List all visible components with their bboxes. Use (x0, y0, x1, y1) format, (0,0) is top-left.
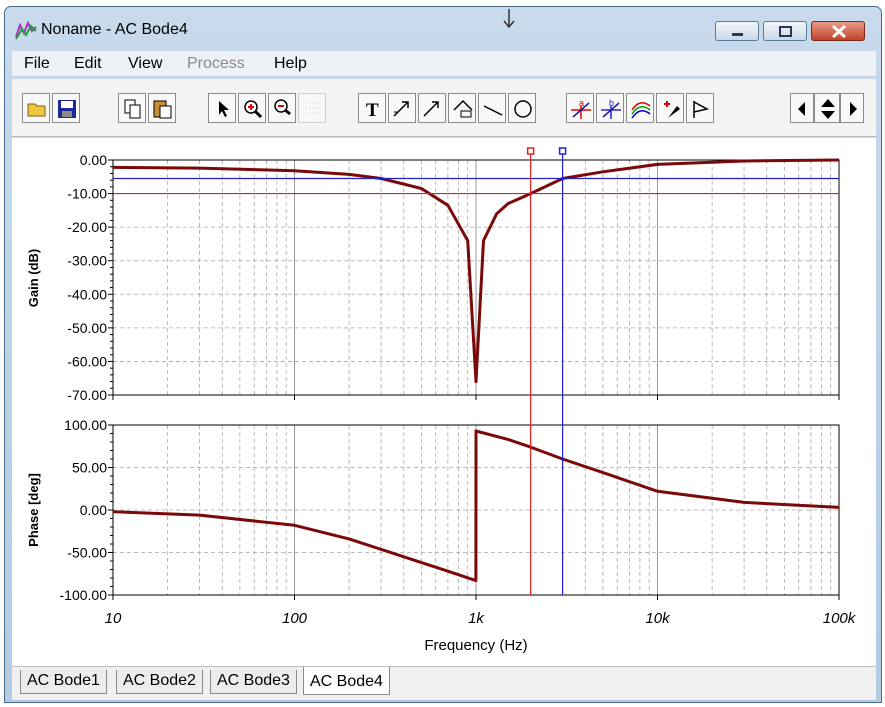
draw-box-button[interactable] (448, 93, 476, 123)
y-tick-label: -50.00 (67, 545, 107, 561)
save-button[interactable] (52, 93, 80, 123)
plot-area[interactable]: 0.00 -10.00 -20.00 -30.00 -40.00 -50.00 -60.00… (12, 138, 876, 666)
scroll-updown-icon (821, 99, 835, 119)
cursor-a-icon: a (571, 98, 591, 119)
line-button[interactable] (478, 93, 506, 123)
app-window: Noname - AC Bode4 File Edit View Process… (4, 6, 882, 703)
y-tick-label: -20.00 (67, 219, 107, 235)
svg-text:T: T (366, 100, 379, 120)
draw-box-icon (453, 99, 473, 118)
maximize-button[interactable] (763, 21, 807, 41)
y-tick-label: -40.00 (67, 286, 107, 302)
y-tick-label: -100.00 (60, 587, 108, 603)
resize-arrow-icon (503, 9, 515, 29)
menu-process[interactable]: Process (187, 55, 245, 73)
cursor-b-button[interactable]: b (596, 93, 624, 123)
scroll-right-button[interactable] (840, 93, 864, 123)
scroll-right-icon (850, 102, 857, 116)
y-tick-label: 0.00 (80, 152, 107, 168)
copy-icon (124, 99, 141, 119)
tab-ac-bode4[interactable]: AC Bode4 (303, 667, 390, 695)
zoom-100-icon (274, 99, 291, 116)
pointer-button[interactable] (208, 93, 236, 123)
zoom-in-icon (244, 100, 263, 119)
paste-button[interactable] (148, 93, 176, 123)
flag-button[interactable] (686, 93, 714, 123)
y-tick-label: 50.00 (72, 460, 107, 476)
maximize-icon (779, 26, 792, 37)
minimize-icon (732, 33, 743, 36)
text-button[interactable]: T (358, 93, 386, 123)
menu-edit[interactable]: Edit (74, 55, 102, 73)
draw-arrow-button[interactable] (388, 93, 416, 123)
y-tick-label: 0.00 (80, 502, 107, 518)
menu-view[interactable]: View (128, 55, 162, 73)
cursor-a-button[interactable]: a (566, 93, 594, 123)
pipette-icon (664, 101, 680, 118)
draw-arrow-icon (393, 101, 409, 117)
draw-arrow-2-icon (423, 101, 439, 117)
y-tick-label: -10.00 (67, 186, 107, 202)
pointer-icon (219, 101, 229, 117)
x-axis-label: Frequency (Hz) (424, 637, 527, 654)
scroll-left-icon (798, 102, 805, 116)
line-icon (483, 105, 503, 116)
cursor-b-icon: b (601, 98, 621, 119)
y-tick-label: 100.00 (64, 417, 107, 433)
grid-icon (306, 102, 320, 114)
menu-file[interactable]: File (24, 55, 50, 73)
circle-icon (514, 100, 532, 118)
curves-button[interactable] (626, 93, 654, 123)
y-axis-label: Phase [deg] (26, 473, 41, 547)
text-icon: T (366, 100, 379, 120)
grid-button[interactable] (298, 93, 326, 123)
close-button[interactable] (811, 21, 865, 41)
flag-icon (693, 101, 710, 118)
curves-icon (631, 102, 651, 119)
copy-button[interactable] (118, 93, 146, 123)
scroll-updown-button[interactable] (814, 93, 840, 123)
cursor-a-handle[interactable] (526, 147, 535, 155)
y-tick-label: -60.00 (67, 353, 107, 369)
pipette-button[interactable] (656, 93, 684, 123)
minimize-button[interactable] (715, 21, 759, 41)
x-tick-label: 100k (823, 610, 857, 627)
x-tick-label: 10k (645, 610, 671, 627)
tab-bar: AC Bode1 AC Bode2 AC Bode3 AC Bode4 (12, 666, 876, 700)
zoom-in-button[interactable] (238, 93, 266, 123)
tab-ac-bode3[interactable]: AC Bode3 (210, 670, 297, 694)
open-folder-icon (27, 103, 46, 117)
tab-ac-bode2[interactable]: AC Bode2 (116, 670, 203, 694)
draw-arrow-2-button[interactable] (418, 93, 446, 123)
bode-plot[interactable]: 0.00 -10.00 -20.00 -30.00 -40.00 -50.00 -60.00… (12, 138, 876, 666)
paste-icon (153, 100, 172, 119)
y-tick-label: -50.00 (67, 320, 107, 336)
x-tick-label: 1k (468, 610, 485, 627)
circle-button[interactable] (508, 93, 536, 123)
save-icon (58, 100, 76, 118)
y-tick-label: -70.00 (67, 387, 107, 403)
open-button[interactable] (22, 93, 50, 123)
cursor-b-handle[interactable] (558, 147, 567, 155)
y-axis-label: Gain (dB) (26, 249, 41, 308)
zoom-100-button[interactable] (268, 93, 296, 123)
scroll-left-button[interactable] (790, 93, 814, 123)
window-title: Noname - AC Bode4 (41, 21, 188, 38)
menu-help[interactable]: Help (274, 55, 307, 73)
toolbar: T a b (12, 79, 876, 137)
menu-bar: File Edit View Process Help (12, 51, 876, 77)
title-bar[interactable]: Noname - AC Bode4 (5, 7, 881, 51)
app-icon (15, 20, 37, 40)
tab-ac-bode1[interactable]: AC Bode1 (20, 670, 107, 694)
close-icon (831, 24, 847, 39)
x-tick-label: 10 (105, 610, 122, 627)
x-tick-label: 100 (282, 610, 308, 627)
y-tick-label: -30.00 (67, 253, 107, 269)
